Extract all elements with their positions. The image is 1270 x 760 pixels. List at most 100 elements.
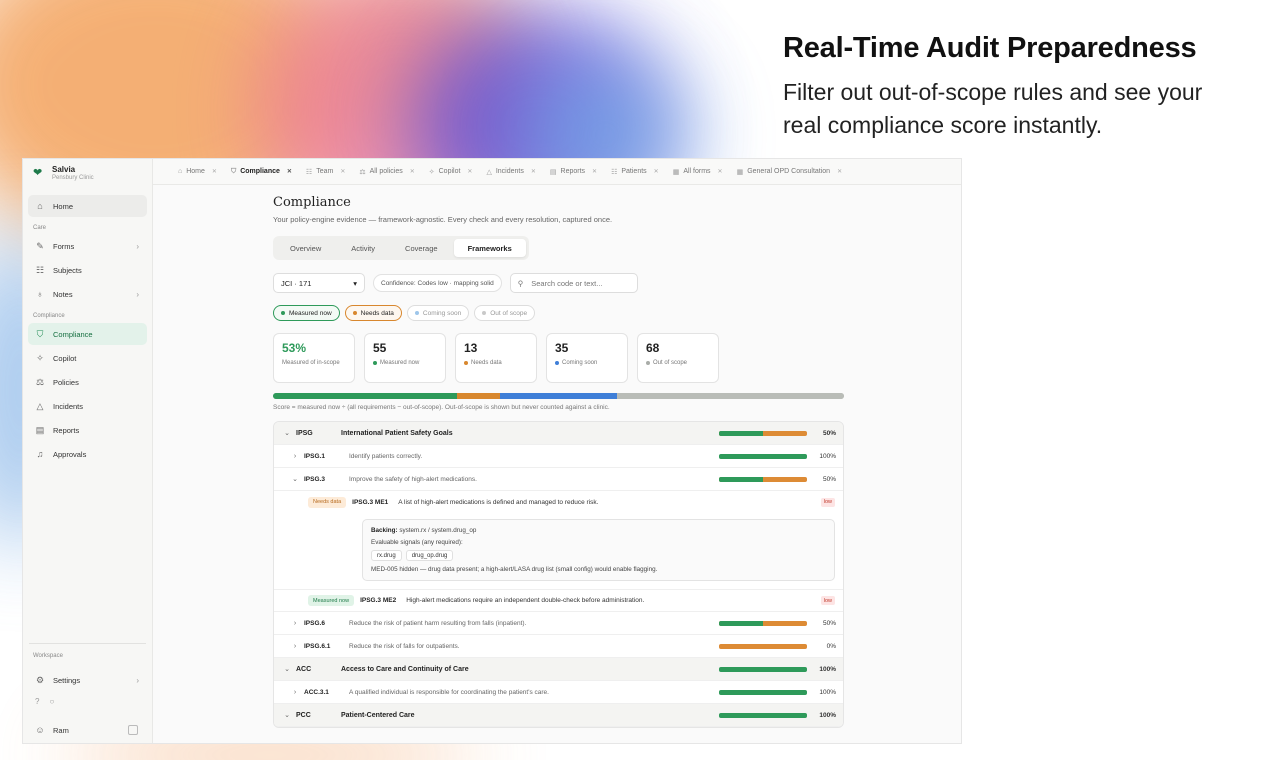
close-icon[interactable]: ✕	[531, 168, 536, 175]
user-menu[interactable]: ☺ Ram	[28, 719, 147, 741]
hero-title: Real-Time Audit Preparedness	[783, 32, 1197, 64]
sidebar-item-approvals[interactable]: ♫ Approvals	[28, 443, 147, 465]
tree-group-row[interactable]: ⌄ IPSG International Patient Safety Goal…	[274, 422, 843, 445]
tab-icon: ☷	[305, 168, 313, 176]
close-icon[interactable]: ✕	[592, 168, 597, 175]
tree-group-row[interactable]: ⌄ PCC Patient-Centered Care 100%	[274, 704, 843, 727]
tab-all-forms[interactable]: ▦ All forms ✕	[666, 159, 730, 185]
search-icon: ⚲	[517, 278, 524, 288]
standard-code: IPSG.6	[304, 619, 325, 627]
tab-incidents[interactable]: △ Incidents ✕	[479, 159, 542, 185]
mic-icon: ♁	[36, 289, 44, 299]
sidebar-item-policies[interactable]: ⚖ Policies	[28, 371, 147, 393]
tab-home[interactable]: ⌂ Home ✕	[171, 159, 224, 185]
standard-code: IPSG.3	[304, 475, 325, 483]
stat-label: Measured now	[373, 359, 437, 367]
search-input[interactable]	[531, 278, 628, 288]
score-segment-measured-now	[273, 393, 457, 399]
score-distribution-bar	[273, 393, 844, 399]
sidebar-item-reports[interactable]: ▤ Reports	[28, 419, 147, 441]
measurable-element-row[interactable]: Needs data IPSG.3 ME1 A list of high-ale…	[274, 491, 843, 513]
tab-all-policies[interactable]: ⚖ All policies ✕	[352, 159, 421, 185]
tab-label: General OPD Consultation	[747, 168, 831, 175]
sidebar-item-notes[interactable]: ♁ Notes ›	[28, 283, 147, 305]
tab-general-opd-consultation[interactable]: ▦ General OPD Consultation ✕	[730, 159, 850, 185]
tab-team[interactable]: ☷ Team ✕	[299, 159, 352, 185]
app-window: ❤ Salvia Pensbury Clinic ⌂ Home Care ✎ F…	[22, 158, 962, 744]
sidebar-item-settings[interactable]: ⚙ Settings ›	[28, 669, 147, 691]
progress-percent: 50%	[822, 475, 836, 483]
close-icon[interactable]: ✕	[287, 168, 292, 175]
segment-activity[interactable]: Activity	[337, 239, 389, 257]
chip-needs-data[interactable]: Needs data	[344, 305, 402, 321]
framework-select-value: JCI · 171	[281, 278, 312, 288]
tree-group-row[interactable]: ⌄ ACC Access to Care and Continuity of C…	[274, 658, 843, 681]
tab-compliance[interactable]: ⛉ Compliance ✕	[224, 159, 299, 185]
sidebar-item-label: Incidents	[53, 401, 84, 411]
standard-desc: Identify patients correctly.	[349, 452, 423, 460]
close-icon[interactable]: ✕	[654, 168, 659, 175]
progress-percent: 50%	[822, 429, 836, 437]
tree-standard-row[interactable]: › IPSG.1 Identify patients correctly. 10…	[274, 445, 843, 468]
sidebar-toggle-icon[interactable]	[128, 725, 138, 735]
warning-icon: △	[36, 400, 44, 411]
signal-tag: drug_op.drug	[405, 550, 454, 561]
chip-out-of-scope[interactable]: Out of scope	[474, 305, 536, 321]
help-icon[interactable]: ?	[35, 697, 39, 706]
group-title: International Patient Safety Goals	[341, 429, 453, 437]
measurable-element-row[interactable]: Measured now IPSG.3 ME2 High-alert medic…	[274, 590, 843, 612]
sidebar-item-home[interactable]: ⌂ Home	[28, 195, 147, 217]
tree-standard-row[interactable]: › ACC.3.1 A qualified individual is resp…	[274, 681, 843, 704]
sidebar-item-forms[interactable]: ✎ Forms ›	[28, 235, 147, 257]
close-icon[interactable]: ✕	[212, 168, 217, 175]
tab-label: All forms	[683, 168, 711, 175]
user-name: Ram	[53, 725, 69, 735]
tab-patients[interactable]: ☷ Patients ✕	[604, 159, 666, 185]
stat-value: 55	[373, 341, 387, 355]
sidebar-item-subjects[interactable]: ☷ Subjects	[28, 259, 147, 281]
sidebar-item-label: Compliance	[53, 329, 93, 339]
segment-coverage[interactable]: Coverage	[391, 239, 452, 257]
chip-measured-now[interactable]: Measured now	[273, 305, 340, 321]
stat-value: 53%	[282, 341, 307, 355]
stat-card: 53% Measured of in-scope	[273, 333, 355, 383]
framework-select[interactable]: JCI · 171 ▾	[273, 273, 365, 293]
sidebar-item-copilot[interactable]: ✧ Copilot	[28, 347, 147, 369]
tab-copilot[interactable]: ✧ Copilot ✕	[422, 159, 480, 185]
sidebar-item-incidents[interactable]: △ Incidents	[28, 395, 147, 417]
close-icon[interactable]: ✕	[467, 168, 472, 175]
search-box[interactable]: ⚲	[509, 273, 638, 293]
close-icon[interactable]: ✕	[837, 168, 842, 175]
tab-reports[interactable]: ▤ Reports ✕	[543, 159, 604, 185]
close-icon[interactable]: ✕	[340, 168, 345, 175]
chip-coming-soon[interactable]: Coming soon	[406, 305, 470, 321]
standard-desc: Reduce the risk of patient harm resultin…	[349, 619, 527, 627]
close-icon[interactable]: ✕	[718, 168, 723, 175]
tree-standard-row[interactable]: › IPSG.6.1 Reduce the risk of falls for …	[274, 635, 843, 658]
stat-cards: 53% Measured of in-scope 55 Measured now 13 N…	[273, 333, 845, 383]
progress-bar	[719, 476, 807, 482]
brand[interactable]: ❤ Salvia Pensbury Clinic	[23, 159, 152, 187]
close-icon[interactable]: ✕	[410, 168, 415, 175]
chevron-right-icon: ›	[293, 642, 297, 650]
sidebar-item-label: Notes	[53, 289, 73, 299]
segment-frameworks[interactable]: Frameworks	[453, 239, 526, 257]
progress-bar	[719, 643, 807, 649]
progress-fill	[719, 689, 807, 695]
scale-icon: ⚖	[35, 376, 45, 387]
standard-code: IPSG.1	[304, 452, 325, 460]
progress-fill	[719, 712, 807, 718]
chip-label: Out of scope	[490, 309, 528, 317]
progress-fill	[719, 430, 763, 436]
segment-overview[interactable]: Overview	[276, 239, 335, 257]
chat-icon[interactable]: ○	[49, 697, 54, 706]
progress-percent: 100%	[819, 665, 836, 673]
standard-code: ACC.3.1	[304, 688, 329, 696]
sidebar-item-compliance[interactable]: ⛉ Compliance	[28, 323, 147, 345]
tree-standard-row[interactable]: ⌄ IPSG.3 Improve the safety of high-aler…	[274, 468, 843, 491]
tree-standard-row[interactable]: › IPSG.6 Reduce the risk of patient harm…	[274, 612, 843, 635]
progress-percent: 100%	[819, 711, 836, 719]
report-icon: ▤	[35, 424, 45, 435]
stat-label: Measured of in-scope	[282, 359, 346, 367]
group-title: Access to Care and Continuity of Care	[341, 665, 469, 673]
